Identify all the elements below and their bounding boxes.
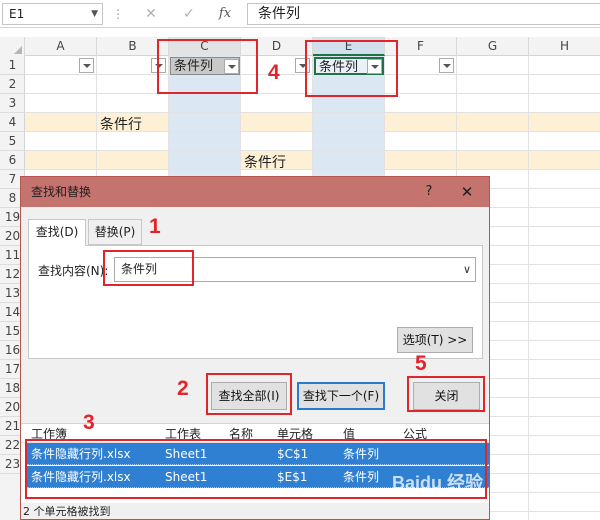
chevron-down-icon[interactable]: ∨ <box>459 258 475 281</box>
row-header[interactable]: 3 <box>0 94 25 113</box>
column-header-a[interactable]: A <box>25 37 97 56</box>
annotation-box-find-input <box>103 250 194 286</box>
insert-function-icon[interactable]: fx <box>214 4 236 24</box>
row-header[interactable]: 6 <box>0 151 25 170</box>
cell-b4[interactable]: 条件行 <box>100 114 142 134</box>
help-icon[interactable]: ? <box>419 177 439 207</box>
name-box[interactable]: E1 ▼ <box>2 3 103 25</box>
formula-bar: E1 ▼ ⋮ ✕ ✓ fx 条件列 <box>0 0 600 28</box>
tab-find[interactable]: 查找(D) <box>28 219 86 246</box>
options-button[interactable]: 选项(T) >> <box>397 327 473 353</box>
annotation-number-2: 2 <box>177 377 189 400</box>
annotation-box-results <box>25 439 487 499</box>
find-what-label: 查找内容(N): <box>38 264 109 278</box>
row-header[interactable]: 1 <box>0 56 25 75</box>
annotation-box-close <box>407 376 485 412</box>
annotation-box-column-c <box>157 39 258 94</box>
dialog-title: 查找和替换 <box>31 185 92 199</box>
name-box-value: E1 <box>9 7 25 21</box>
tab-replace[interactable]: 替换(P) <box>88 219 142 245</box>
select-all-corner[interactable] <box>0 37 25 56</box>
annotation-number-1: 1 <box>149 215 161 238</box>
annotation-box-column-e <box>305 40 398 97</box>
grip-icon: ⋮ <box>112 7 124 21</box>
chevron-down-icon[interactable]: ▼ <box>91 4 98 24</box>
row-header[interactable]: 5 <box>0 132 25 151</box>
cell-d6[interactable]: 条件行 <box>244 152 286 172</box>
cancel-icon[interactable]: ✕ <box>140 4 162 24</box>
enter-icon[interactable]: ✓ <box>178 4 200 24</box>
dialog-titlebar[interactable]: 查找和替换 ? ✕ <box>21 177 489 207</box>
column-header-h[interactable]: H <box>529 37 600 56</box>
annotation-box-find-all <box>206 373 292 415</box>
gridline-vertical <box>528 56 529 520</box>
status-text: 2 个单元格被找到 <box>23 505 111 518</box>
annotation-number-4: 4 <box>268 61 280 84</box>
close-icon[interactable]: ✕ <box>457 177 477 207</box>
find-next-button[interactable]: 查找下一个(F) <box>297 382 385 410</box>
annotation-number-5: 5 <box>415 352 427 375</box>
annotation-number-3: 3 <box>83 411 95 434</box>
find-replace-dialog: 查找和替换 ? ✕ 查找(D) 替换(P) 查找内容(N): 条件列 ∨ 选项(… <box>20 176 490 520</box>
column-header-g[interactable]: G <box>457 37 529 56</box>
row-header[interactable]: 4 <box>0 113 25 132</box>
filter-dropdown-f[interactable] <box>439 58 454 73</box>
filter-dropdown-a[interactable] <box>79 58 94 73</box>
row-header[interactable]: 2 <box>0 75 25 94</box>
formula-input[interactable]: 条件列 <box>247 3 600 25</box>
column-headers: A B C D E F G H <box>0 37 600 56</box>
